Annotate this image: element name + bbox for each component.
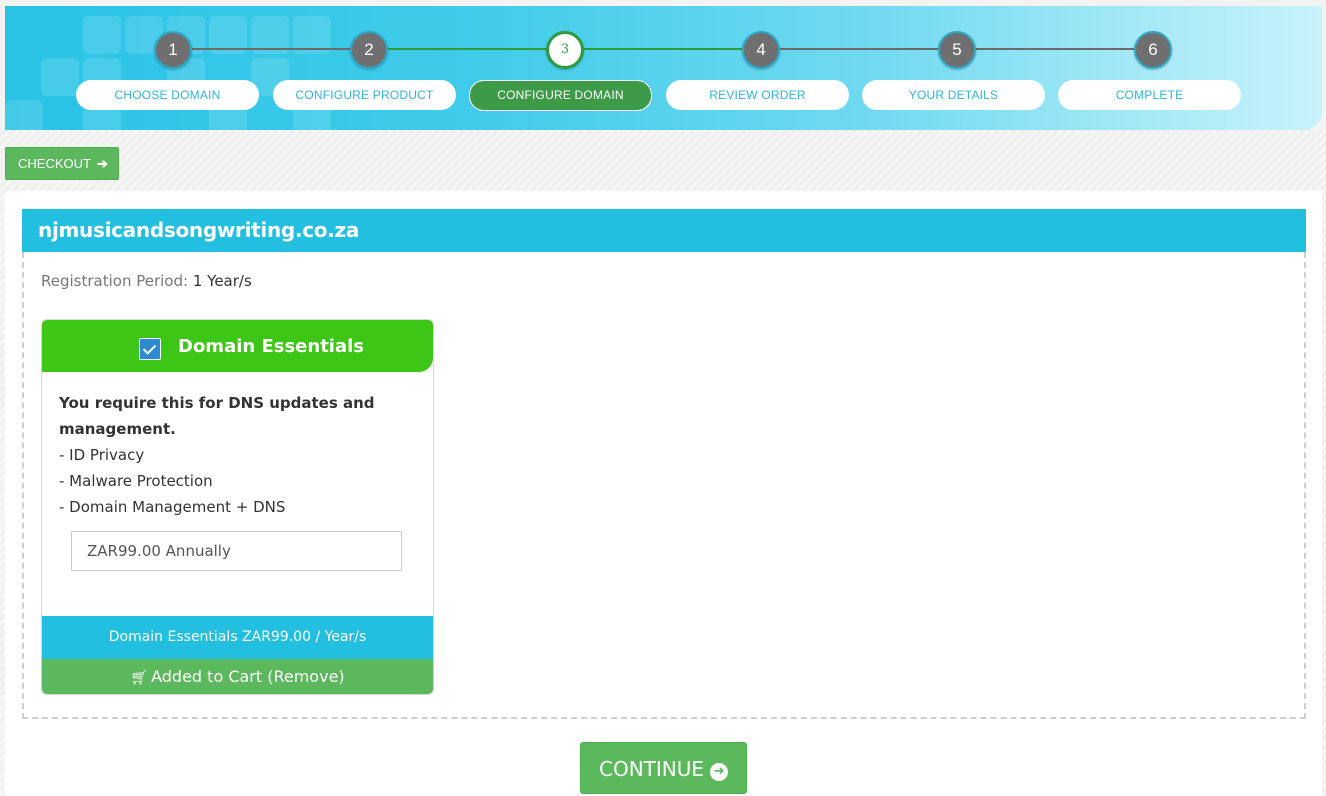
step-1-circle: 1	[154, 31, 192, 69]
step-3-circle: 3	[546, 31, 584, 69]
addon-card-header[interactable]: Domain Essentials	[42, 320, 433, 372]
registration-period-label: Registration Period:	[41, 272, 189, 290]
addon-card: Domain Essentials You require this for D…	[41, 319, 434, 695]
continue-button[interactable]: CONTINUE ➜	[580, 742, 747, 794]
progress-line	[778, 48, 958, 50]
step-configure-domain[interactable]: CONFIGURE DOMAIN	[469, 80, 652, 111]
addon-price-select[interactable]: ZAR99.00 Annually	[71, 531, 402, 571]
addon-title: Domain Essentials	[178, 336, 365, 357]
step-2-circle: 2	[350, 31, 388, 69]
checkout-label: CHECKOUT	[18, 156, 91, 171]
step-5-circle: 5	[938, 31, 976, 69]
step-your-details[interactable]: YOUR DETAILS	[862, 80, 1045, 110]
progress-line	[386, 48, 566, 50]
addon-description: You require this for DNS updates and man…	[59, 390, 419, 520]
step-configure-product[interactable]: CONFIGURE PRODUCT	[273, 80, 456, 110]
arrow-circle-right-icon: ➜	[710, 763, 729, 781]
addon-feature: - ID Privacy	[59, 446, 145, 464]
addon-price-summary: Domain Essentials ZAR99.00 / Year/s	[42, 616, 433, 659]
step-complete[interactable]: COMPLETE	[1058, 80, 1241, 110]
arrow-right-icon: ➔	[96, 156, 108, 171]
addon-feature: - Domain Management + DNS	[59, 498, 286, 516]
addon-description-bold: You require this for DNS updates and man…	[59, 394, 375, 438]
remove-from-cart-button[interactable]: 🛒︎ Added to Cart (Remove)	[42, 659, 433, 694]
cart-status-label: Added to Cart (Remove)	[151, 667, 345, 686]
domain-name-heading: njmusicandsongwriting.co.za	[22, 209, 1306, 252]
progress-line	[190, 48, 370, 50]
addon-feature: - Malware Protection	[59, 472, 213, 490]
registration-period: Registration Period: 1 Year/s	[41, 272, 252, 290]
progress-line	[582, 48, 762, 50]
step-6-circle: 6	[1134, 31, 1172, 69]
registration-period-value: 1 Year/s	[192, 272, 252, 290]
addon-checkbox[interactable]	[139, 338, 161, 360]
step-4-circle: 4	[742, 31, 780, 69]
continue-label: CONTINUE	[598, 757, 705, 781]
checkout-button[interactable]: CHECKOUT ➔	[5, 147, 119, 180]
progress-line	[974, 48, 1154, 50]
shopping-cart-icon: 🛒︎	[130, 670, 149, 686]
order-progress-header: 1 2 3 4 5 6 CHOOSE DOMAIN CONFIGURE PROD…	[5, 6, 1322, 130]
step-choose-domain[interactable]: CHOOSE DOMAIN	[76, 80, 259, 110]
step-review-order[interactable]: REVIEW ORDER	[666, 80, 849, 110]
domain-config-panel: njmusicandsongwriting.co.za Registration…	[5, 191, 1322, 796]
